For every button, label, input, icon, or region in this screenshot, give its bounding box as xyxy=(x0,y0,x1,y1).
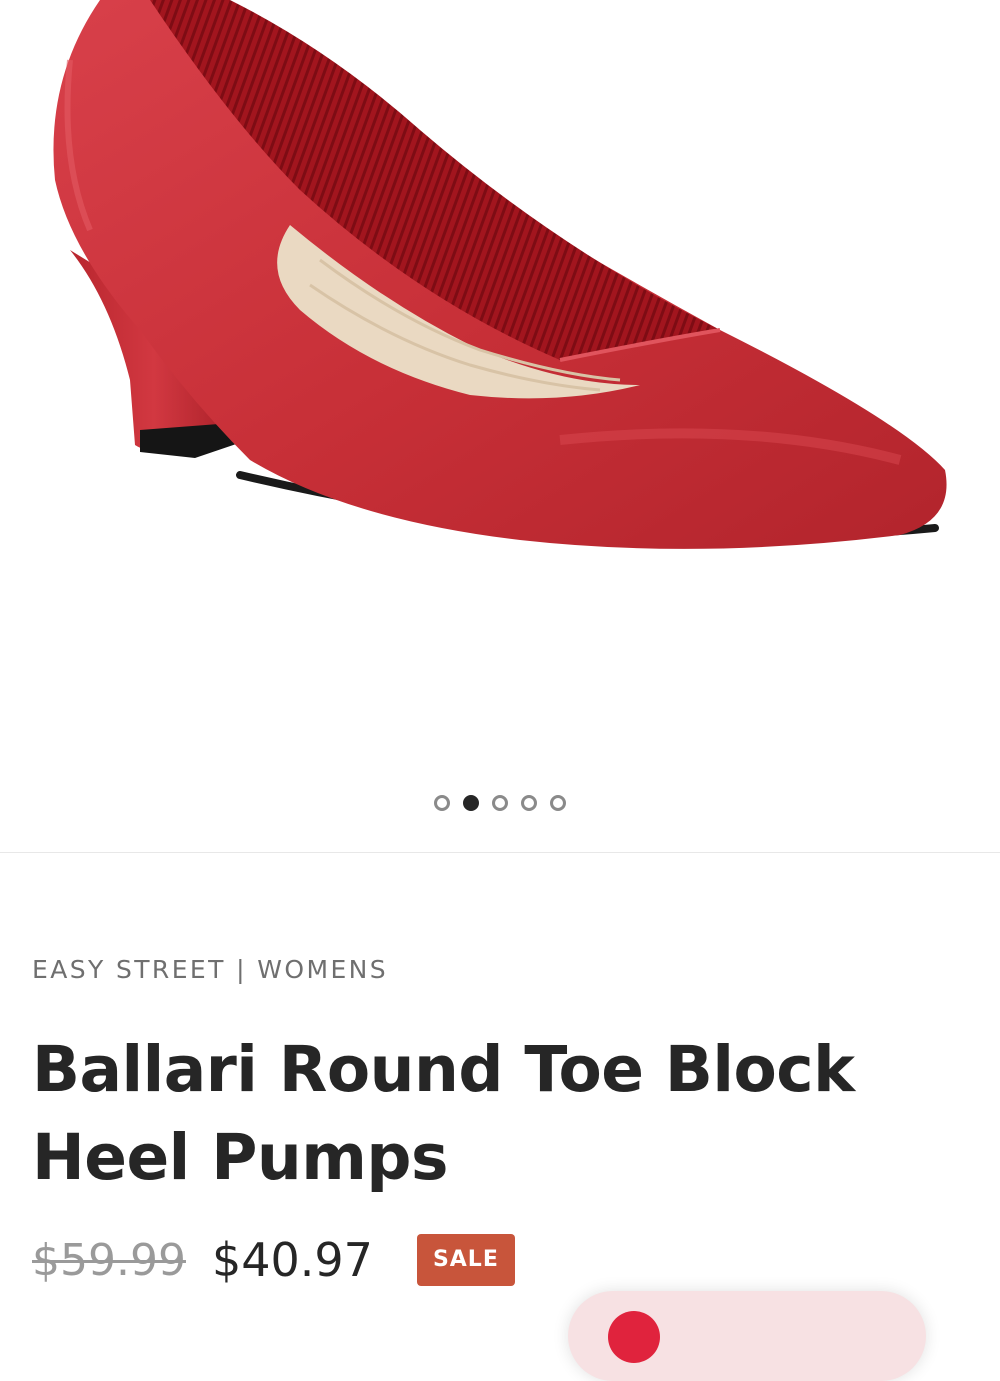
image-carousel-dots xyxy=(0,795,1000,811)
brand-category-link[interactable]: EASY STREET | WOMENS xyxy=(32,955,388,984)
product-image-gallery[interactable] xyxy=(0,0,1000,852)
brand-category-text[interactable]: EASY STREET | WOMENS xyxy=(32,955,388,984)
sale-badge: SALE xyxy=(416,1234,515,1286)
pink-circle-icon xyxy=(608,1311,660,1363)
product-image[interactable] xyxy=(0,0,1000,760)
carousel-dot[interactable] xyxy=(492,795,508,811)
sale-price: $40.97 xyxy=(211,1233,373,1287)
carousel-dot[interactable] xyxy=(550,795,566,811)
section-divider xyxy=(0,852,1000,853)
product-title: Ballari Round Toe Block Heel Pumps xyxy=(32,1033,855,1194)
original-price: $59.99 xyxy=(32,1234,186,1286)
price-row: $59.99 $40.97 SALE xyxy=(32,1230,515,1290)
floating-share-button[interactable] xyxy=(568,1291,926,1381)
carousel-dot[interactable] xyxy=(521,795,537,811)
carousel-dot[interactable] xyxy=(434,795,450,811)
carousel-dot-active[interactable] xyxy=(463,795,479,811)
